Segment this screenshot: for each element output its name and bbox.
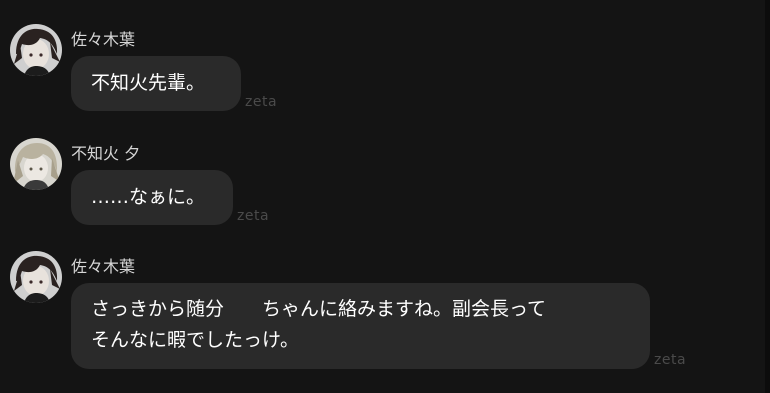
message-bubble: 不知火先輩。	[71, 56, 241, 111]
model-tag: zeta	[245, 94, 278, 110]
sender-name: 不知火 夕	[71, 144, 141, 163]
chat-window: 佐々木葉 不知火先輩。 zeta 不知火 夕 ……なぁに。 zeta 佐々木葉 …	[0, 0, 770, 393]
message-text: 不知火先輩。	[91, 72, 206, 94]
scrollbar-track[interactable]	[765, 0, 770, 393]
model-tag: zeta	[237, 208, 270, 224]
message-text-line-2: そんなに暇でしたっけ。	[91, 329, 300, 351]
message-text-line-1: さっきから随分 ちゃんに絡みますね。副会長って	[91, 298, 547, 320]
light-hair-character-avatar-icon[interactable]	[10, 138, 62, 190]
sender-name: 佐々木葉	[71, 257, 136, 276]
dark-hair-character-avatar-icon[interactable]	[10, 24, 62, 76]
message-bubble: さっきから随分 ちゃんに絡みますね。副会長って そんなに暇でしたっけ。	[71, 283, 650, 369]
message-bubble: ……なぁに。	[71, 170, 233, 225]
dark-hair-character-avatar-icon[interactable]	[10, 251, 62, 303]
model-tag: zeta	[654, 352, 687, 368]
sender-name: 佐々木葉	[71, 30, 136, 49]
message-text: ……なぁに。	[91, 186, 206, 208]
